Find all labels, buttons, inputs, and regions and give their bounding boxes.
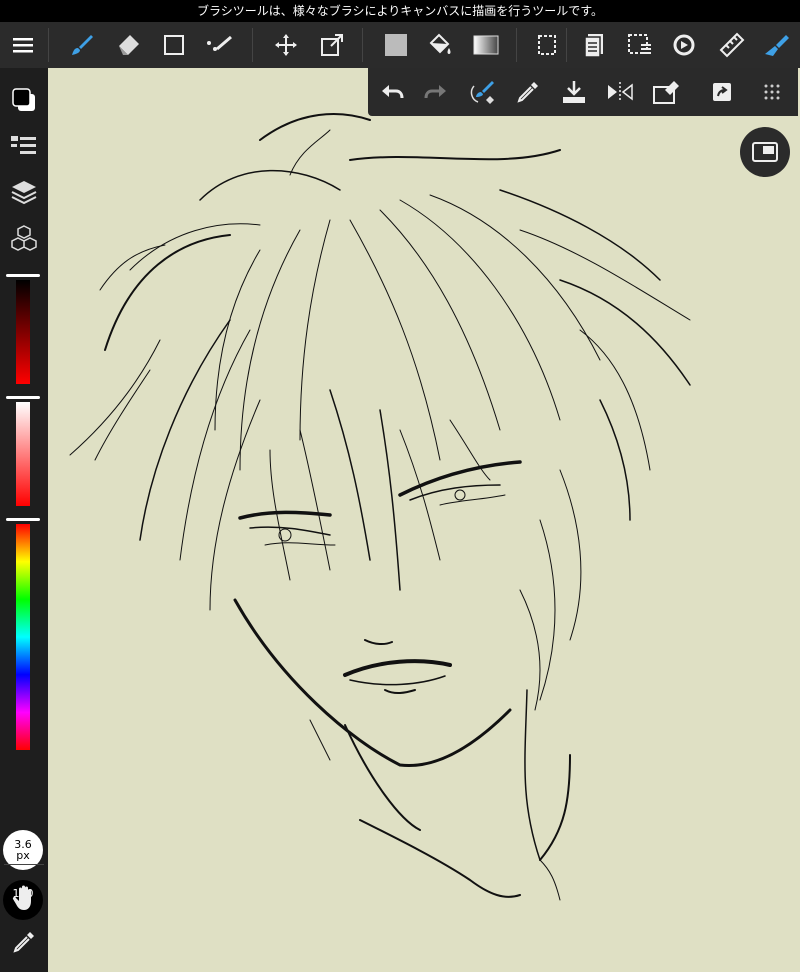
layers-icon bbox=[11, 181, 37, 205]
canvas-view-button[interactable] bbox=[740, 127, 790, 177]
fill-color-icon bbox=[385, 34, 407, 56]
eyedropper-icon bbox=[517, 82, 538, 103]
color-swatch-icon bbox=[12, 88, 35, 111]
brush-snap-icon bbox=[470, 81, 494, 104]
hand-icon bbox=[12, 885, 31, 910]
select-all-icon bbox=[628, 34, 651, 54]
ruler-icon bbox=[719, 32, 745, 58]
divider bbox=[4, 864, 44, 865]
status-bar: ブラシツールは、様々なブラシによりキャンバスに描画を行うツールです。 bbox=[0, 0, 800, 22]
divider bbox=[362, 28, 363, 62]
more-icon bbox=[764, 84, 780, 100]
layer-list-button[interactable] bbox=[0, 126, 48, 166]
pen-highlight-button[interactable] bbox=[756, 22, 796, 68]
clear-icon bbox=[653, 81, 679, 104]
save-button[interactable] bbox=[554, 72, 594, 112]
share-icon bbox=[713, 83, 731, 101]
status-message: ブラシツールは、様々なブラシによりキャンバスに描画を行うツールです。 bbox=[196, 4, 604, 18]
eraser-icon bbox=[119, 35, 139, 55]
brush-size-unit: px bbox=[16, 849, 30, 862]
shape-tool-button[interactable] bbox=[154, 22, 194, 68]
brightness-slider[interactable] bbox=[16, 280, 30, 384]
drawing-canvas[interactable] bbox=[50, 68, 800, 972]
bucket-icon bbox=[429, 33, 451, 54]
divider bbox=[252, 28, 253, 62]
flip-button[interactable] bbox=[600, 72, 640, 112]
clear-layer-button[interactable] bbox=[646, 72, 686, 112]
transform-icon bbox=[321, 34, 343, 56]
select-all-button[interactable] bbox=[620, 22, 660, 68]
sub-toolbar bbox=[368, 68, 798, 116]
redo-button[interactable] bbox=[416, 72, 456, 112]
copy-paste-icon bbox=[584, 34, 603, 58]
hue-slider-handle[interactable] bbox=[6, 518, 40, 521]
copy-paste-button[interactable] bbox=[574, 22, 614, 68]
divider bbox=[516, 28, 517, 62]
saturation-slider[interactable] bbox=[16, 402, 30, 506]
brush-icon bbox=[72, 35, 93, 55]
left-sidebar: 3.6 px 100 % bbox=[0, 68, 48, 972]
eyedropper-action-button[interactable] bbox=[508, 72, 548, 112]
brush-snap-button[interactable] bbox=[464, 72, 504, 112]
menu-button[interactable] bbox=[3, 22, 43, 68]
select-tool-button[interactable] bbox=[528, 22, 568, 68]
layer-list-icon bbox=[11, 136, 36, 154]
layers-button[interactable] bbox=[0, 172, 48, 212]
shape-icon bbox=[164, 35, 184, 55]
pen-highlight-icon bbox=[765, 35, 789, 56]
sketch-artwork bbox=[69, 113, 691, 901]
rotate-button[interactable] bbox=[664, 22, 704, 68]
gradient-tool-button[interactable] bbox=[466, 22, 506, 68]
hue-slider[interactable] bbox=[16, 524, 30, 750]
hand-tool-button[interactable] bbox=[0, 878, 48, 918]
saturation-slider-handle[interactable] bbox=[6, 396, 40, 399]
color-swatch-button[interactable] bbox=[0, 80, 48, 120]
eraser-tool-button[interactable] bbox=[108, 22, 148, 68]
move-icon bbox=[275, 34, 297, 56]
redo-icon bbox=[424, 85, 446, 99]
divider bbox=[48, 28, 49, 62]
divider bbox=[566, 28, 567, 62]
share-button[interactable] bbox=[702, 72, 742, 112]
materials-icon bbox=[11, 225, 37, 251]
brightness-slider-handle[interactable] bbox=[6, 274, 40, 277]
flip-icon bbox=[608, 82, 633, 102]
fill-color-button[interactable] bbox=[376, 22, 416, 68]
bucket-tool-button[interactable] bbox=[420, 22, 460, 68]
transform-tool-button[interactable] bbox=[312, 22, 352, 68]
menu-icon bbox=[13, 38, 33, 53]
select-icon bbox=[538, 35, 556, 55]
top-toolbar bbox=[0, 22, 800, 68]
lasso-brush-button[interactable] bbox=[200, 22, 240, 68]
gradient-icon bbox=[473, 35, 499, 55]
ruler-button[interactable] bbox=[712, 22, 752, 68]
lasso-brush-icon bbox=[207, 35, 232, 51]
save-icon bbox=[563, 81, 585, 103]
rotate-icon bbox=[673, 34, 695, 56]
move-tool-button[interactable] bbox=[266, 22, 306, 68]
more-button[interactable] bbox=[752, 72, 792, 112]
eyedropper-icon bbox=[13, 932, 34, 953]
materials-button[interactable] bbox=[0, 218, 48, 258]
undo-button[interactable] bbox=[372, 72, 412, 112]
undo-icon bbox=[382, 85, 404, 99]
brush-tool-button[interactable] bbox=[62, 22, 102, 68]
eyedropper-button[interactable] bbox=[0, 922, 48, 962]
canvas-view-icon bbox=[752, 142, 778, 162]
